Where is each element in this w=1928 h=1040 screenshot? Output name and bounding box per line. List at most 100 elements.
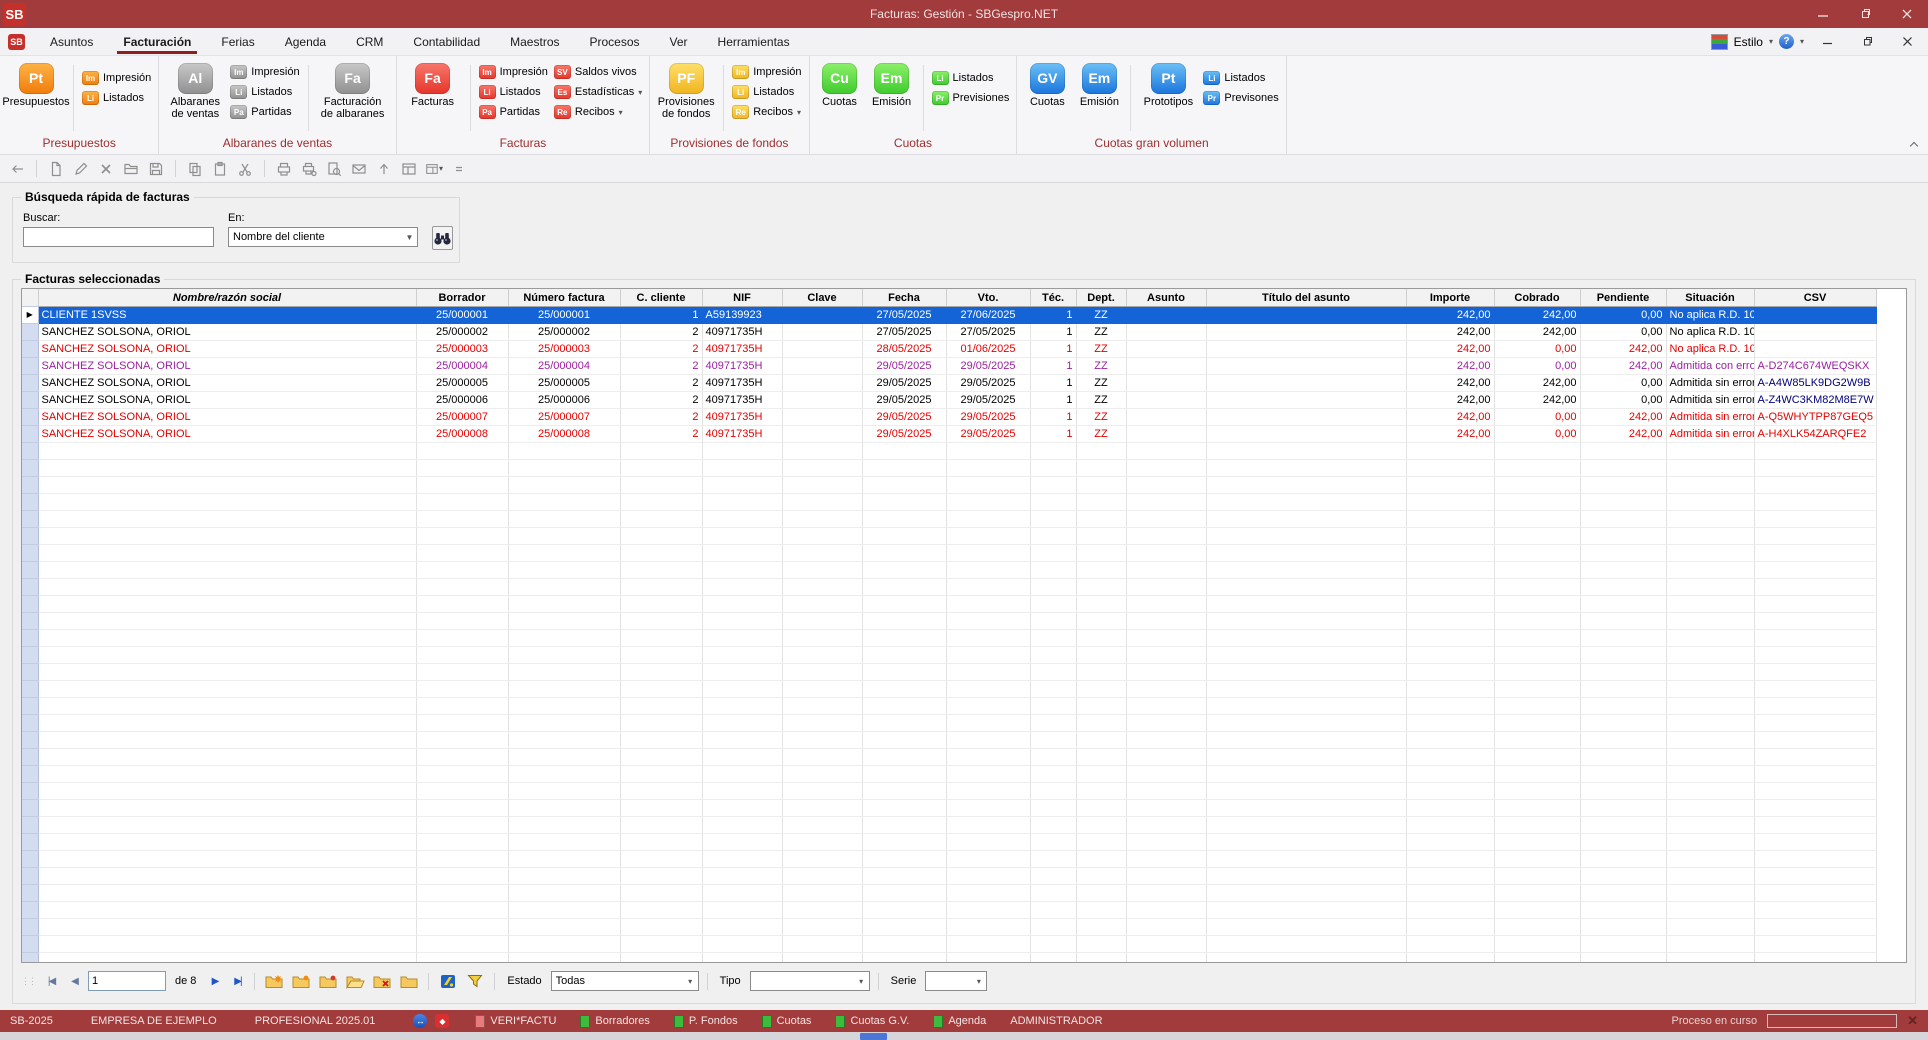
edit-pencil-icon[interactable] <box>72 160 90 178</box>
column-header[interactable]: Dept. <box>1076 289 1126 307</box>
tab-ver[interactable]: Ver <box>670 28 688 55</box>
table-row[interactable]: SANCHEZ SOLSONA, ORIOL25/00000625/000006… <box>22 392 1876 409</box>
tab-asuntos[interactable]: Asuntos <box>50 28 93 55</box>
estado-select[interactable]: Todas▾ <box>551 971 699 991</box>
window-layout-icon[interactable]: ▾ <box>425 160 443 178</box>
column-header[interactable]: Borrador <box>416 289 508 307</box>
column-header[interactable]: Fecha <box>862 289 946 307</box>
presupuestos-listados-button[interactable]: LiListados <box>82 91 151 105</box>
presupuestos-impresion-button[interactable]: ImImpresión <box>82 71 151 85</box>
record-position-input[interactable] <box>88 971 166 991</box>
last-record-button[interactable]: ▶| <box>228 976 246 987</box>
saldos-vivos-button[interactable]: SVSaldos vivos <box>554 65 642 79</box>
restore-icon[interactable] <box>1844 0 1886 28</box>
tab-procesos[interactable]: Procesos <box>590 28 640 55</box>
delete-x-icon[interactable] <box>97 160 115 178</box>
facturas-listados-button[interactable]: LiListados <box>479 85 548 99</box>
search-button[interactable] <box>432 226 453 250</box>
column-header[interactable]: CSV <box>1754 289 1876 307</box>
facturas-button[interactable]: Fa Facturas <box>404 61 462 135</box>
provisiones-recibos-button[interactable]: ReRecibos▾ <box>732 105 801 119</box>
window-restore-icon[interactable] <box>1850 31 1884 53</box>
prev-record-button[interactable]: ◀ <box>65 976 83 987</box>
process-close-icon[interactable]: ✕ <box>1907 1013 1918 1029</box>
tab-facturación[interactable]: Facturación <box>123 28 191 55</box>
albaranes-listados-button[interactable]: LiListados <box>230 85 299 99</box>
prototipos-button[interactable]: Pt Prototipos <box>1139 61 1197 135</box>
help-icon[interactable]: ? <box>1779 34 1794 49</box>
back-arrow-icon[interactable] <box>8 160 26 178</box>
open-folder-icon[interactable] <box>122 160 140 178</box>
column-header[interactable]: Título del asunto <box>1206 289 1406 307</box>
table-row[interactable]: ▶CLIENTE 1SVSS25/00000125/0000011A591399… <box>22 307 1876 324</box>
table-row[interactable]: SANCHEZ SOLSONA, ORIOL25/00000325/000003… <box>22 341 1876 358</box>
column-header[interactable]: Nombre/razón social <box>38 289 416 307</box>
next-record-button[interactable]: ▶ <box>205 976 223 987</box>
column-header[interactable]: Número factura <box>508 289 620 307</box>
column-header[interactable]: Téc. <box>1030 289 1076 307</box>
invoices-grid[interactable]: Nombre/razón socialBorradorNúmero factur… <box>21 288 1907 963</box>
search-field-select[interactable]: Nombre del cliente▼ <box>228 227 418 247</box>
gv-listados-button[interactable]: LiListados <box>1203 71 1278 85</box>
facturas-impresion-button[interactable]: ImImpresión <box>479 65 548 79</box>
paste-icon[interactable] <box>211 160 229 178</box>
minimize-icon[interactable] <box>1802 0 1844 28</box>
gv-cuotas-button[interactable]: GV Cuotas <box>1024 61 1070 135</box>
tab-herramientas[interactable]: Herramientas <box>718 28 790 55</box>
cuotas-emision-button[interactable]: Em Emisión <box>869 61 915 135</box>
drag-grip-icon[interactable]: ⋮⋮ <box>21 976 35 987</box>
column-header[interactable]: Cobrado <box>1494 289 1580 307</box>
gv-emision-button[interactable]: Em Emisión <box>1076 61 1122 135</box>
data-window-icon[interactable] <box>400 160 418 178</box>
folder-new-button[interactable] <box>263 971 285 991</box>
tab-ferias[interactable]: Ferias <box>221 28 254 55</box>
aeat-taxes-button[interactable] <box>437 971 459 991</box>
folder-badge-red-button[interactable] <box>317 971 339 991</box>
close-icon[interactable] <box>1886 0 1928 28</box>
provisiones-impresion-button[interactable]: ImImpresión <box>732 65 801 79</box>
send-email-icon[interactable] <box>350 160 368 178</box>
save-floppy-icon[interactable] <box>147 160 165 178</box>
gv-previsones-button[interactable]: PrPrevisones <box>1203 91 1278 105</box>
serie-select[interactable]: ▾ <box>925 971 987 991</box>
copy-icon[interactable] <box>186 160 204 178</box>
tab-contabilidad[interactable]: Contabilidad <box>413 28 480 55</box>
column-header[interactable]: NIF <box>702 289 782 307</box>
window-close-icon[interactable] <box>1890 31 1924 53</box>
print-icon[interactable] <box>275 160 293 178</box>
table-row[interactable]: SANCHEZ SOLSONA, ORIOL25/00000825/000008… <box>22 426 1876 443</box>
new-document-icon[interactable] <box>47 160 65 178</box>
presupuestos-button[interactable]: Pt Presupuestos <box>7 61 65 135</box>
filter-funnel-icon[interactable] <box>464 971 486 991</box>
table-row[interactable]: SANCHEZ SOLSONA, ORIOL25/00000425/000004… <box>22 358 1876 375</box>
upload-arrow-icon[interactable] <box>375 160 393 178</box>
window-minimize-icon[interactable] <box>1810 31 1844 53</box>
folder-delete-button[interactable] <box>371 971 393 991</box>
estadisticas-button[interactable]: EsEstadísticas▾ <box>554 85 642 99</box>
table-row[interactable]: SANCHEZ SOLSONA, ORIOL25/00000525/000005… <box>22 375 1876 392</box>
column-header[interactable]: C. cliente <box>620 289 702 307</box>
column-header[interactable]: Importe <box>1406 289 1494 307</box>
column-header[interactable]: Pendiente <box>1580 289 1666 307</box>
provisiones-listados-button[interactable]: LiListados <box>732 85 801 99</box>
estilo-button[interactable]: Estilo <box>1734 35 1763 49</box>
column-header[interactable]: Clave <box>782 289 862 307</box>
folder-badge-orange-button[interactable] <box>290 971 312 991</box>
recibos-button[interactable]: ReRecibos▾ <box>554 105 642 119</box>
print-options-icon[interactable] <box>300 160 318 178</box>
toolbar-overflow-icon[interactable] <box>450 160 468 178</box>
albaranes-button[interactable]: Al Albaranes de ventas <box>166 61 224 135</box>
estilo-dropdown-icon[interactable]: ▾ <box>1769 37 1773 46</box>
search-input[interactable] <box>23 227 214 247</box>
column-header[interactable]: Asunto <box>1126 289 1206 307</box>
albaranes-impresion-button[interactable]: ImImpresión <box>230 65 299 79</box>
tab-crm[interactable]: CRM <box>356 28 383 55</box>
cut-scissors-icon[interactable] <box>236 160 254 178</box>
albaranes-partidas-button[interactable]: PaPartidas <box>230 105 299 119</box>
column-header[interactable]: Vto. <box>946 289 1030 307</box>
cuotas-listados-button[interactable]: LiListados <box>932 71 1010 85</box>
facturacion-albaranes-button[interactable]: Fa Facturación de albaranes <box>317 61 389 135</box>
help-dropdown-icon[interactable]: ▾ <box>1800 37 1804 46</box>
folder-open-button[interactable] <box>344 971 366 991</box>
menu-app-icon[interactable]: SB <box>8 34 25 50</box>
